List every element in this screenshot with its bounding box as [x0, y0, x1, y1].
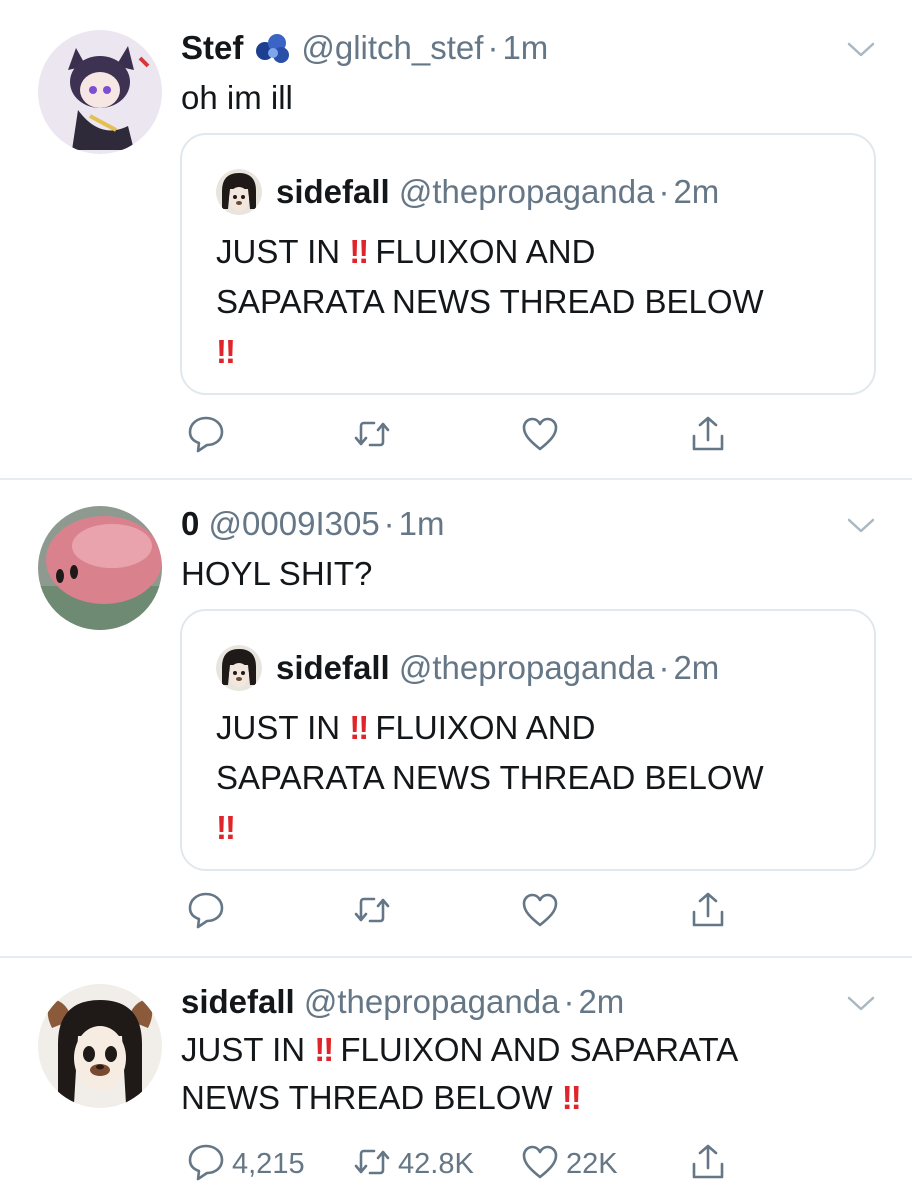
username[interactable]: @thepropaganda	[304, 983, 560, 1020]
tweet[interactable]: sidefall @thepropaganda · 2m JUST IN ‼ FLU…	[0, 958, 912, 1200]
avatar[interactable]	[38, 30, 162, 154]
reply-button[interactable]: 4,215	[186, 1142, 305, 1186]
double-exclamation-emoji: ‼	[216, 333, 236, 370]
display-name[interactable]: sidefall	[181, 983, 295, 1020]
double-exclamation-emoji: ‼	[314, 1031, 334, 1068]
like-count: 22K	[566, 1148, 618, 1180]
timestamp[interactable]: 1m	[502, 29, 548, 66]
tweet-text-part: JUST IN	[181, 1031, 306, 1068]
tweet-header: Stef @glitch_stef · 1m	[181, 28, 548, 68]
display-name[interactable]: Stef	[181, 29, 243, 66]
double-exclamation-emoji: ‼	[216, 809, 236, 846]
reply-icon	[186, 890, 226, 935]
tweet-text-part: NEWS THREAD BELOW	[181, 1079, 553, 1116]
quoted-avatar	[216, 645, 262, 691]
reply-icon	[186, 414, 226, 459]
display-name[interactable]: 0	[181, 505, 199, 542]
username[interactable]: @0009I305	[209, 505, 380, 542]
quoted-text: JUST IN ‼ FLUIXON AND SAPARATA NEWS THRE…	[216, 703, 836, 853]
quoted-text-part: JUST IN	[216, 709, 341, 746]
like-icon	[520, 1142, 560, 1187]
quoted-text-part: SAPARATA NEWS THREAD BELOW	[216, 283, 764, 320]
quoted-header: sidefall @thepropaganda · 2m	[276, 646, 719, 690]
tweet-text-part: FLUIXON AND SAPARATA	[340, 1031, 739, 1068]
chevron-down-icon[interactable]	[846, 40, 876, 60]
tweet-actions	[0, 414, 912, 458]
tweet-header: sidefall @thepropaganda · 2m	[181, 982, 624, 1022]
share-button[interactable]	[688, 414, 728, 458]
separator-dot: ·	[658, 173, 670, 210]
quoted-text-part: SAPARATA NEWS THREAD BELOW	[216, 759, 764, 796]
quoted-display-name: sidefall	[276, 649, 390, 686]
like-button[interactable]	[520, 414, 560, 458]
like-button[interactable]	[520, 890, 560, 934]
reply-count: 4,215	[232, 1148, 305, 1180]
share-button[interactable]	[688, 890, 728, 934]
retweet-button[interactable]: 42.8K	[352, 1142, 474, 1186]
separator-dot: ·	[658, 649, 670, 686]
separator-dot: ·	[487, 29, 499, 66]
quoted-text-part: FLUIXON AND	[375, 233, 596, 270]
tweet-actions: 4,215 42.8K 22K	[0, 1142, 912, 1186]
quoted-avatar	[216, 169, 262, 215]
timestamp[interactable]: 2m	[578, 983, 624, 1020]
tweet[interactable]: 0 @0009I305 · 1m HOYL SHIT? sidefall @thep…	[0, 480, 912, 958]
retweet-icon	[352, 890, 392, 935]
username[interactable]: @glitch_stef	[301, 29, 483, 66]
tweet-actions	[0, 890, 912, 934]
quoted-tweet[interactable]: sidefall @thepropaganda · 2m JUST IN ‼ FLU…	[180, 133, 876, 395]
avatar[interactable]	[38, 984, 162, 1108]
separator-dot: ·	[563, 983, 575, 1020]
chevron-down-icon[interactable]	[846, 994, 876, 1014]
tweet-header: 0 @0009I305 · 1m	[181, 504, 445, 544]
retweet-icon	[352, 414, 392, 459]
reply-button[interactable]	[186, 890, 226, 934]
timestamp[interactable]: 1m	[399, 505, 445, 542]
quoted-tweet[interactable]: sidefall @thepropaganda · 2m JUST IN ‼ FLU…	[180, 609, 876, 871]
quoted-username: @thepropaganda	[398, 649, 655, 686]
tweet-text: JUST IN ‼ FLUIXON AND SAPARATA NEWS THRE…	[181, 1026, 871, 1122]
avatar[interactable]	[38, 506, 162, 630]
double-exclamation-emoji: ‼	[349, 709, 369, 746]
chevron-down-icon[interactable]	[846, 516, 876, 536]
reply-icon	[186, 1142, 226, 1187]
reply-button[interactable]	[186, 414, 226, 458]
separator-dot: ·	[383, 505, 395, 542]
share-button[interactable]	[688, 1142, 728, 1186]
tweet-text: oh im ill	[181, 79, 293, 116]
quoted-header: sidefall @thepropaganda · 2m	[276, 170, 719, 214]
quoted-timestamp: 2m	[673, 649, 720, 686]
retweet-button[interactable]	[352, 890, 392, 934]
quoted-timestamp: 2m	[673, 173, 720, 210]
share-icon	[688, 1142, 728, 1187]
tweet[interactable]: Stef @glitch_stef · 1m oh im ill sidefall @…	[0, 0, 912, 480]
quoted-username: @thepropaganda	[398, 173, 655, 210]
retweet-icon	[352, 1142, 392, 1187]
verified-badge-icon	[251, 31, 295, 63]
quoted-display-name: sidefall	[276, 173, 390, 210]
share-icon	[688, 890, 728, 935]
retweet-button[interactable]	[352, 414, 392, 458]
retweet-count: 42.8K	[398, 1148, 474, 1180]
share-icon	[688, 414, 728, 459]
quoted-text-part: JUST IN	[216, 233, 341, 270]
like-button[interactable]: 22K	[520, 1142, 618, 1186]
quoted-text: JUST IN ‼ FLUIXON AND SAPARATA NEWS THRE…	[216, 227, 836, 377]
like-icon	[520, 414, 560, 459]
double-exclamation-emoji: ‼	[349, 233, 369, 270]
double-exclamation-emoji: ‼	[561, 1079, 582, 1116]
like-icon	[520, 890, 560, 935]
tweet-text: HOYL SHIT?	[181, 555, 373, 592]
quoted-text-part: FLUIXON AND	[375, 709, 596, 746]
